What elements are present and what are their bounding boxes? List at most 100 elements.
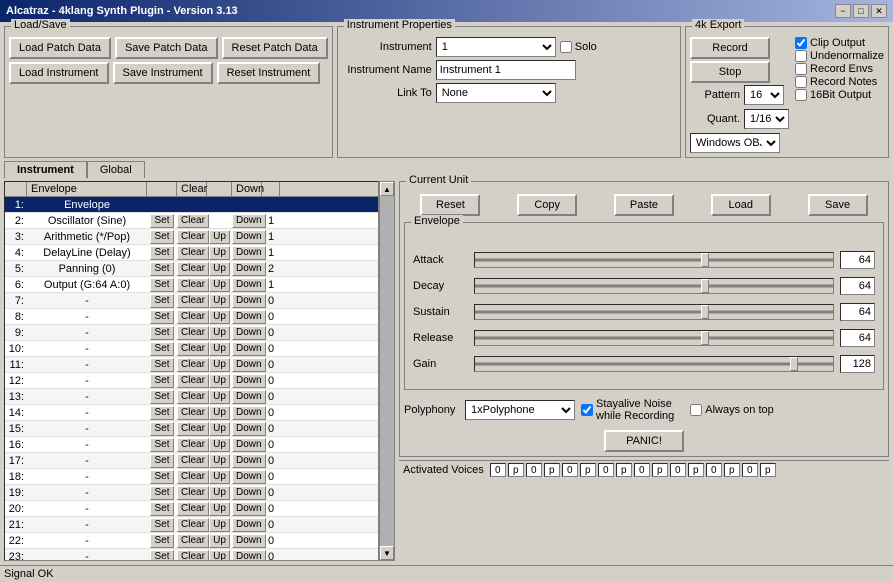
instrument-name-input[interactable]: Instrument 1 <box>436 60 576 80</box>
quant-select[interactable]: 1/16 <box>744 109 789 129</box>
list-row[interactable]: 9: - Set Clear Up Down 0 <box>5 325 378 341</box>
row-up[interactable]: Up <box>207 454 232 468</box>
gain-thumb[interactable] <box>790 357 798 371</box>
clip-output-checkbox[interactable] <box>795 37 807 49</box>
down-btn[interactable]: Down <box>232 278 266 292</box>
row-down[interactable]: Down <box>232 406 262 420</box>
list-row[interactable]: 11: - Set Clear Up Down 0 <box>5 357 378 373</box>
row-up[interactable]: Up <box>207 342 232 356</box>
row-clear[interactable]: Clear <box>177 486 207 500</box>
row-set[interactable]: Set <box>147 470 177 484</box>
always-on-top-checkbox[interactable] <box>690 404 702 416</box>
set-btn[interactable]: Set <box>150 518 173 532</box>
row-set[interactable]: Set <box>147 550 177 561</box>
row-clear[interactable]: Clear <box>177 374 207 388</box>
row-down[interactable]: Down <box>232 278 262 292</box>
list-row[interactable]: 19: - Set Clear Up Down 0 <box>5 485 378 501</box>
set-btn[interactable]: Set <box>150 454 173 468</box>
row-down[interactable]: Down <box>232 390 262 404</box>
down-btn[interactable]: Down <box>232 230 266 244</box>
clear-btn[interactable]: Clear <box>177 262 209 276</box>
row-set[interactable]: Set <box>147 294 177 308</box>
row-clear[interactable]: Clear <box>177 502 207 516</box>
row-down[interactable]: Down <box>232 518 262 532</box>
down-btn[interactable]: Down <box>232 390 266 404</box>
row-set[interactable]: Set <box>147 534 177 548</box>
row-down[interactable]: Down <box>232 230 262 244</box>
row-down[interactable]: Down <box>232 294 262 308</box>
row-set[interactable]: Set <box>147 438 177 452</box>
row-set[interactable]: Set <box>147 518 177 532</box>
row-clear[interactable]: Clear <box>177 230 207 244</box>
set-btn[interactable]: Set <box>150 278 173 292</box>
panic-button[interactable]: PANIC! <box>604 430 684 452</box>
up-btn[interactable]: Up <box>209 374 230 388</box>
list-row[interactable]: 23: - Set Clear Up Down 0 <box>5 549 378 560</box>
row-down[interactable]: Down <box>232 214 262 228</box>
row-clear[interactable]: Clear <box>177 246 207 260</box>
up-btn[interactable]: Up <box>209 502 230 516</box>
clear-btn[interactable]: Clear <box>177 486 209 500</box>
down-btn[interactable]: Down <box>232 454 266 468</box>
list-row[interactable]: 6: Output (G:64 A:0) Set Clear Up Down 1 <box>5 277 378 293</box>
row-down[interactable]: Down <box>232 342 262 356</box>
row-up[interactable]: Up <box>207 262 232 276</box>
row-down[interactable]: Down <box>232 246 262 260</box>
row-up[interactable]: Up <box>207 406 232 420</box>
down-btn[interactable]: Down <box>232 326 266 340</box>
set-btn[interactable]: Set <box>150 534 173 548</box>
tab-instrument[interactable]: Instrument <box>4 161 87 179</box>
solo-checkbox[interactable] <box>560 41 572 53</box>
list-row[interactable]: 22: - Set Clear Up Down 0 <box>5 533 378 549</box>
clear-btn[interactable]: Clear <box>177 230 209 244</box>
list-row[interactable]: 10: - Set Clear Up Down 0 <box>5 341 378 357</box>
set-btn[interactable]: Set <box>150 470 173 484</box>
list-row[interactable]: 14: - Set Clear Up Down 0 <box>5 405 378 421</box>
row-down[interactable]: Down <box>232 262 262 276</box>
up-btn[interactable]: Up <box>209 246 230 260</box>
up-btn[interactable]: Up <box>209 342 230 356</box>
link-to-select[interactable]: None <box>436 83 556 103</box>
row-up[interactable]: Up <box>207 294 232 308</box>
set-btn[interactable]: Set <box>150 438 173 452</box>
tab-global[interactable]: Global <box>87 161 145 178</box>
set-btn[interactable]: Set <box>150 326 173 340</box>
decay-thumb[interactable] <box>701 279 709 293</box>
down-btn[interactable]: Down <box>232 534 266 548</box>
row-set[interactable]: Set <box>147 310 177 324</box>
list-row[interactable]: 17: - Set Clear Up Down 0 <box>5 453 378 469</box>
polyphony-select[interactable]: 1xPolyphone <box>465 400 575 420</box>
list-row[interactable]: 8: - Set Clear Up Down 0 <box>5 309 378 325</box>
up-btn[interactable]: Up <box>209 262 230 276</box>
row-clear[interactable]: Clear <box>177 454 207 468</box>
set-btn[interactable]: Set <box>150 262 173 276</box>
set-btn[interactable]: Set <box>150 550 173 561</box>
row-set[interactable]: Set <box>147 342 177 356</box>
up-btn[interactable]: Up <box>209 534 230 548</box>
row-set[interactable]: Set <box>147 262 177 276</box>
attack-slider[interactable] <box>474 252 834 268</box>
clear-btn[interactable]: Clear <box>177 502 209 516</box>
list-row[interactable]: 5: Panning (0) Set Clear Up Down 2 <box>5 261 378 277</box>
record-notes-checkbox[interactable] <box>795 76 807 88</box>
row-clear[interactable]: Clear <box>177 310 207 324</box>
row-clear[interactable]: Clear <box>177 326 207 340</box>
clear-btn[interactable]: Clear <box>177 342 209 356</box>
row-clear[interactable]: Clear <box>177 294 207 308</box>
clear-btn[interactable]: Clear <box>177 390 209 404</box>
row-down[interactable]: Down <box>232 326 262 340</box>
list-row[interactable]: 15: - Set Clear Up Down 0 <box>5 421 378 437</box>
instrument-select[interactable]: 1 <box>436 37 556 57</box>
row-clear[interactable]: Clear <box>177 262 207 276</box>
up-btn[interactable]: Up <box>209 326 230 340</box>
down-btn[interactable]: Down <box>232 470 266 484</box>
pattern-select[interactable]: 16 <box>744 85 784 105</box>
up-btn[interactable]: Up <box>209 230 230 244</box>
clear-btn[interactable]: Clear <box>177 534 209 548</box>
clear-btn[interactable]: Clear <box>177 358 209 372</box>
row-up[interactable]: Up <box>207 358 232 372</box>
row-clear[interactable]: Clear <box>177 534 207 548</box>
up-btn[interactable]: Up <box>209 470 230 484</box>
row-up[interactable]: Up <box>207 534 232 548</box>
save-patch-button[interactable]: Save Patch Data <box>115 37 218 59</box>
